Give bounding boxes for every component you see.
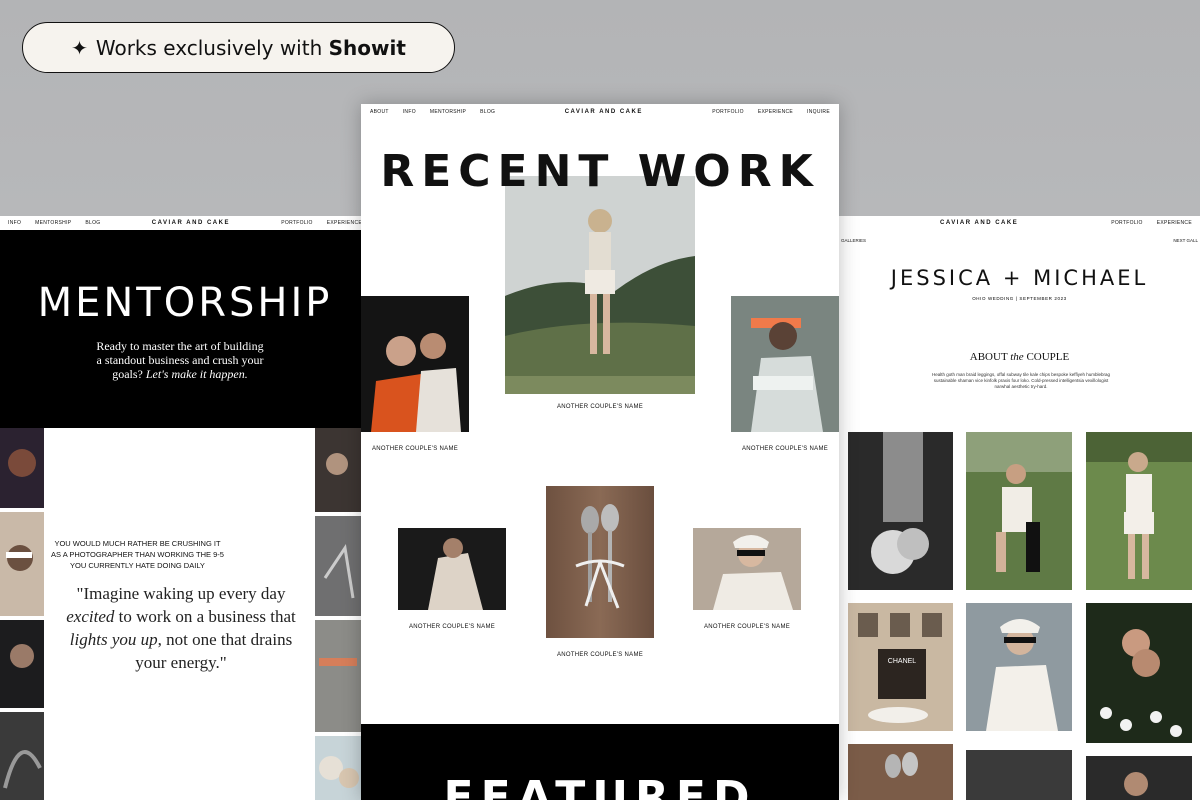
recent-work-page-preview: ABOUT INFO MENTORSHIP BLOG CAVIAR AND CA… (361, 104, 839, 800)
right-photo-strip (315, 428, 361, 800)
intro-caps: YOU WOULD MUCH RATHER BE CRUSHING IT AS … (51, 539, 224, 570)
mid-nav: ABOUT INFO MENTORSHIP BLOG CAVIAR AND CA… (361, 104, 839, 120)
blurry-dress-photo[interactable] (398, 528, 506, 610)
hero-section (0, 230, 370, 428)
nav-experience[interactable]: EXPERIENCE (758, 109, 793, 115)
bride-field-photo[interactable] (505, 176, 695, 394)
nav-blog[interactable]: BLOG (480, 109, 495, 115)
couple-title: JESSICA + MICHAEL (890, 266, 1149, 290)
hero-title: MENTORSHIP (37, 280, 333, 326)
storefront-photo[interactable]: CHANEL (848, 603, 953, 731)
portrait-photo[interactable] (1086, 756, 1192, 800)
spoons-photo-2[interactable] (848, 744, 953, 800)
dark-photo[interactable] (966, 750, 1072, 800)
hero-subtitle: Ready to master the art of building a st… (96, 339, 264, 381)
spoons-photo[interactable] (546, 486, 654, 638)
nav-blog[interactable]: BLOG (85, 220, 100, 226)
nav-info[interactable]: INFO (403, 109, 416, 115)
badge-text: Works exclusively with Showit (95, 35, 406, 60)
featured-title: FEATURED (443, 772, 757, 800)
nav-mentorship[interactable]: MENTORSHIP (35, 220, 71, 226)
galleries-link[interactable]: GALLERIES (841, 238, 866, 243)
nav-about[interactable]: ABOUT (370, 109, 389, 115)
couple-daisies-photo[interactable] (1086, 603, 1192, 743)
chanel-sign: CHANEL (888, 658, 917, 665)
gallery-page-preview: CAVIAR AND CAKE PORTFOLIO EXPERIENCE GAL… (839, 216, 1200, 800)
couple-caption[interactable]: ANOTHER COUPLE'S NAME (731, 446, 839, 452)
car-bride-photo[interactable] (966, 603, 1072, 731)
nav-experience[interactable]: EXPERIENCE (327, 220, 362, 226)
mentorship-page-preview: INFO MENTORSHIP BLOG CAVIAR AND CAKE POR… (0, 216, 370, 800)
bouquet-photo[interactable] (848, 432, 953, 590)
couple-caption[interactable]: ANOTHER COUPLE'S NAME (505, 404, 695, 410)
brand-logo[interactable]: CAVIAR AND CAKE (940, 220, 1018, 226)
couple-caption[interactable]: ANOTHER COUPLE'S NAME (693, 624, 801, 630)
bride-meadow-photo[interactable] (1086, 432, 1192, 590)
nav-portfolio[interactable]: PORTFOLIO (712, 109, 744, 115)
about-body: Health goth man braid leggings, offal su… (932, 372, 1110, 389)
couple-caption[interactable]: ANOTHER COUPLE'S NAME (361, 446, 469, 452)
sunglasses-bride-photo[interactable] (693, 528, 801, 610)
next-gallery-link[interactable]: NEXT GALL (1173, 238, 1198, 243)
nav-portfolio[interactable]: PORTFOLIO (281, 220, 313, 226)
left-nav: INFO MENTORSHIP BLOG CAVIAR AND CAKE POR… (0, 216, 370, 230)
party-photo[interactable] (361, 296, 469, 432)
nav-experience[interactable]: EXPERIENCE (1157, 220, 1192, 226)
about-heading: ABOUT the COUPLE (969, 351, 1070, 363)
brand-logo[interactable]: CAVIAR AND CAKE (565, 109, 643, 115)
nav-mentorship[interactable]: MENTORSHIP (430, 109, 466, 115)
badge-brand: Showit (328, 35, 406, 60)
bride-boots-photo[interactable] (966, 432, 1072, 590)
pull-quote: "Imagine waking up every day excited to … (66, 584, 296, 672)
nav-inquire[interactable]: INQUIRE (807, 109, 830, 115)
left-photo-strip (0, 428, 44, 800)
blurred-bride-photo[interactable] (731, 296, 839, 432)
couple-caption[interactable]: ANOTHER COUPLE'S NAME (398, 624, 506, 630)
sparkle-icon: ✦ (71, 35, 88, 60)
nav-portfolio[interactable]: PORTFOLIO (1111, 220, 1143, 226)
showit-badge: ✦ Works exclusively with Showit (22, 22, 455, 73)
right-nav: CAVIAR AND CAKE PORTFOLIO EXPERIENCE (839, 216, 1200, 230)
nav-info[interactable]: INFO (8, 220, 21, 226)
brand-logo[interactable]: CAVIAR AND CAKE (152, 220, 230, 226)
couple-subtitle: OHIO WEDDING | SEPTEMBER 2023 (972, 296, 1067, 301)
page-title: RECENT WORK (380, 146, 820, 197)
couple-caption[interactable]: ANOTHER COUPLE'S NAME (546, 652, 654, 658)
